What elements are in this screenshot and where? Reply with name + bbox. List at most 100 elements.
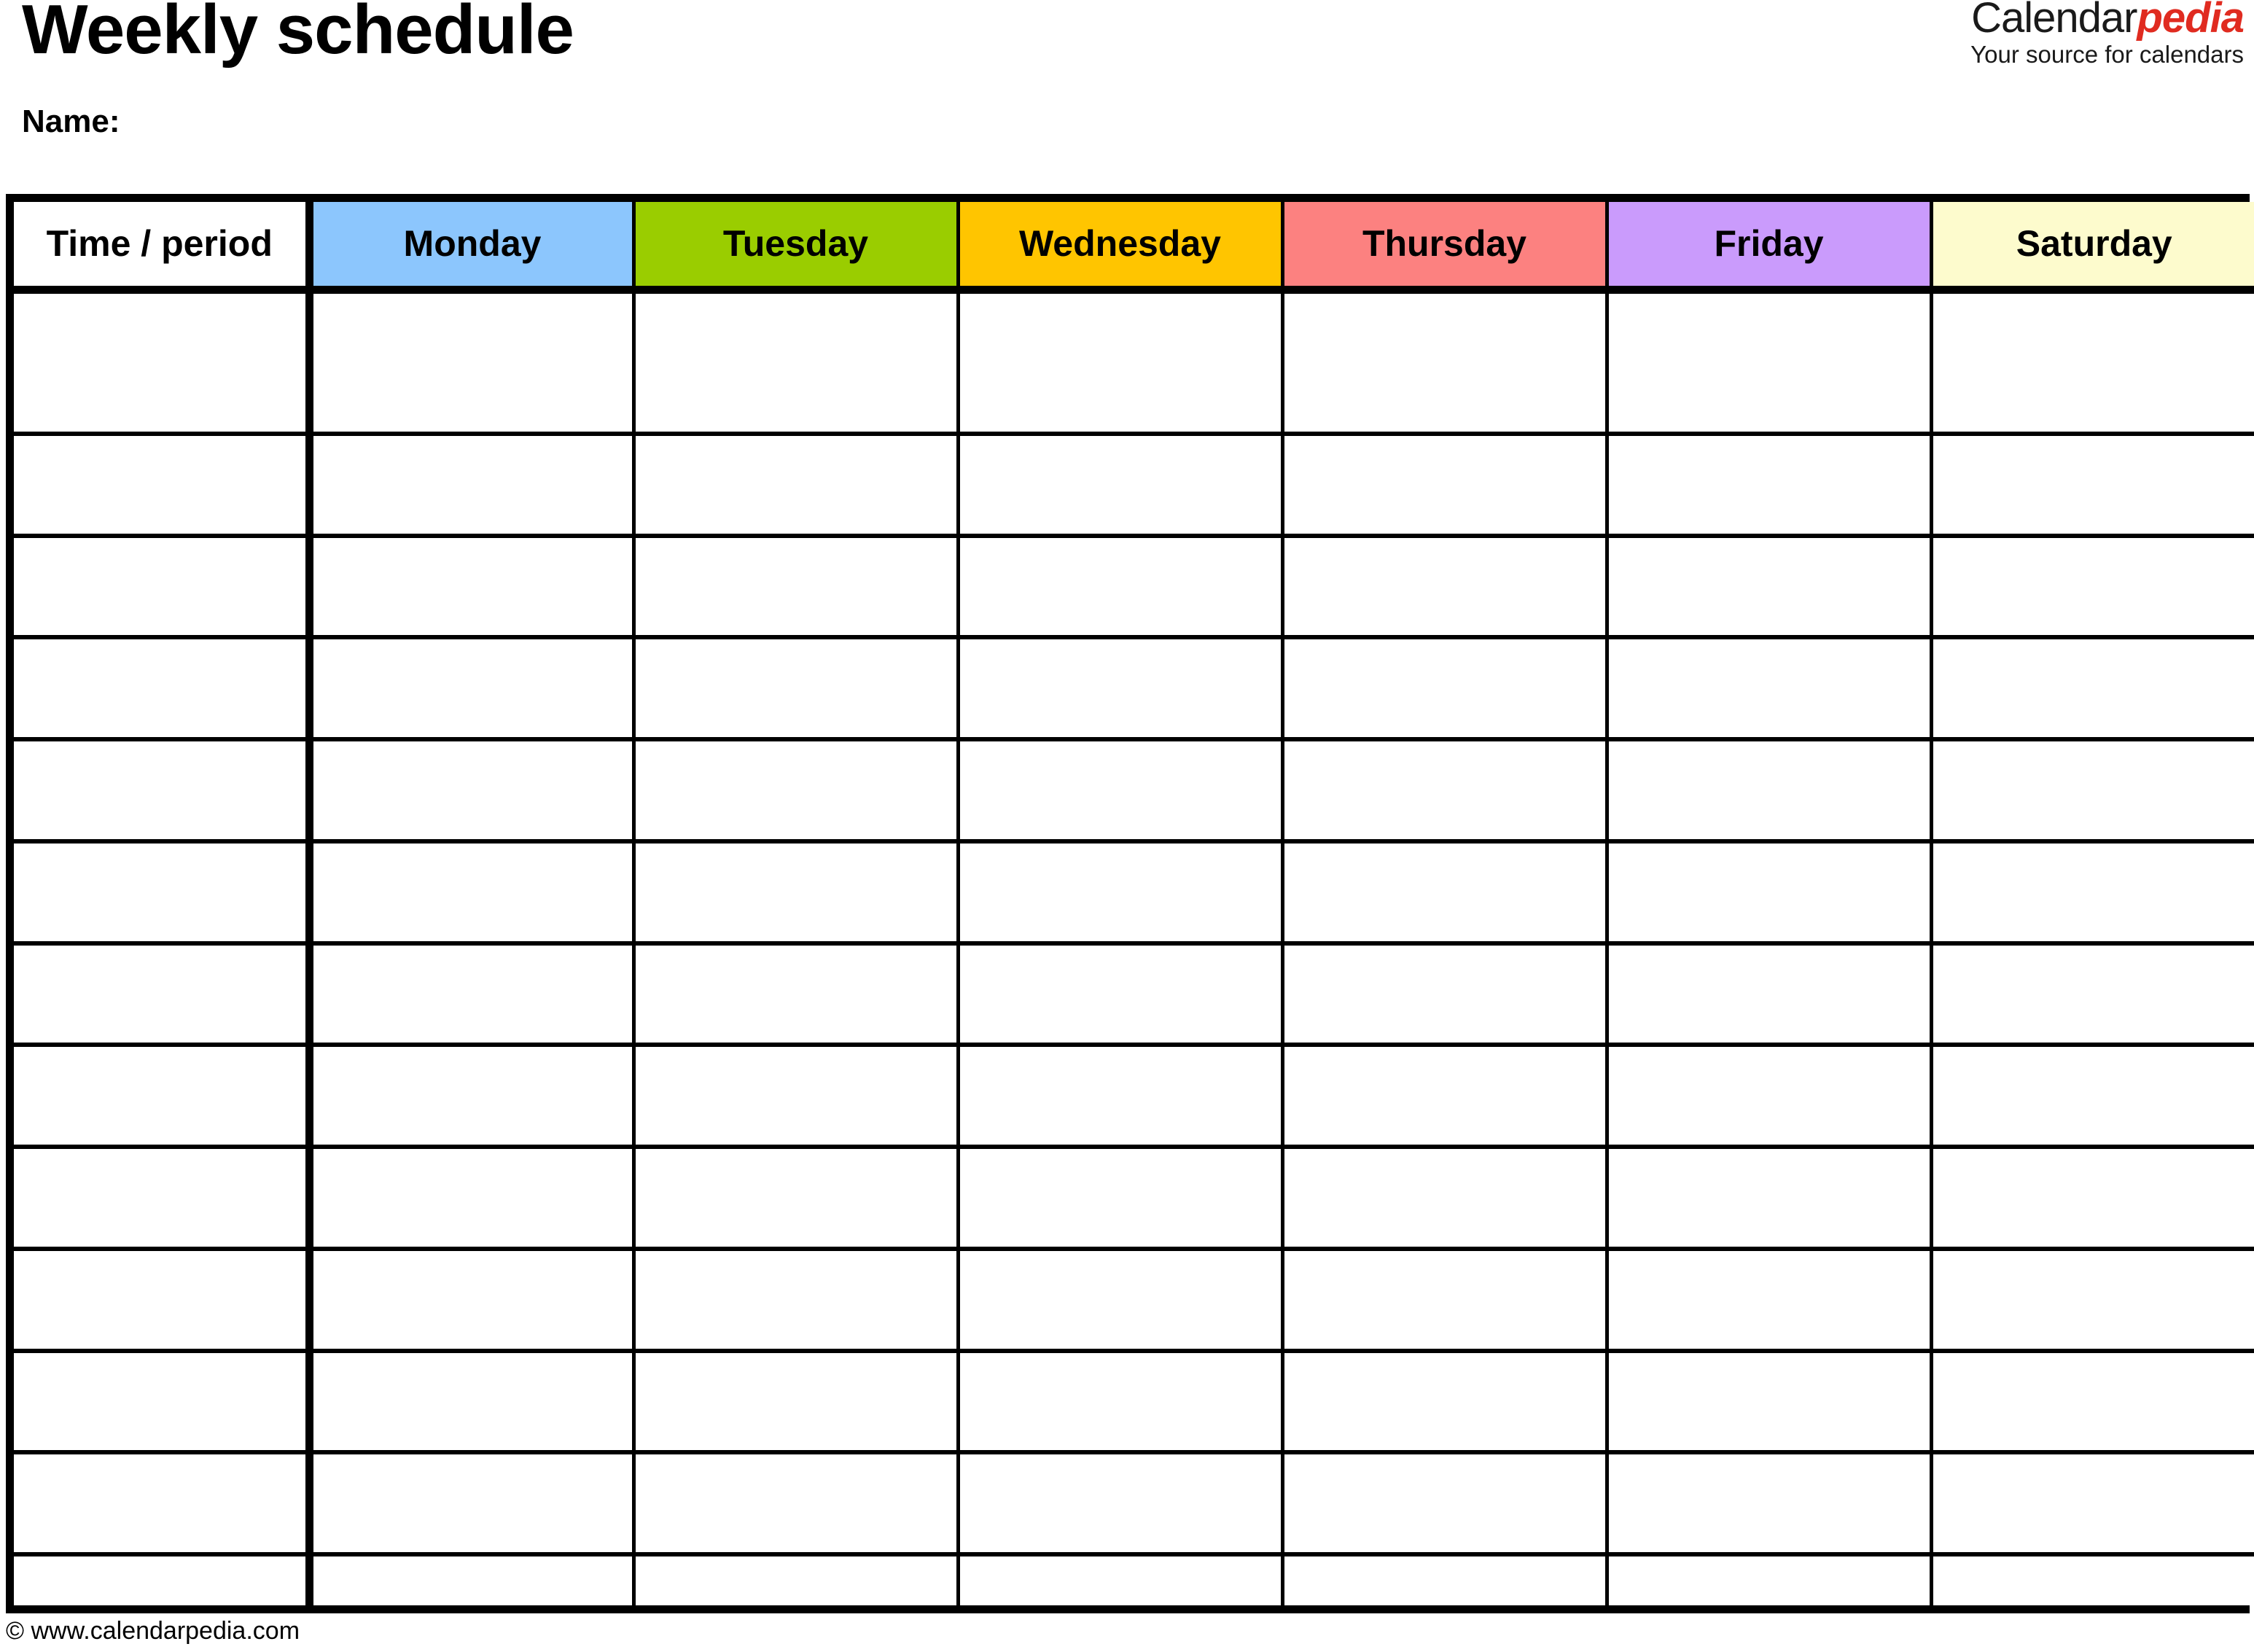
- schedule-cell-monday[interactable]: [309, 1452, 636, 1557]
- schedule-cell-friday[interactable]: [1607, 1350, 1933, 1455]
- brand-wordmark: Calendarpedia: [1970, 0, 2245, 42]
- schedule-cell-saturday[interactable]: [1931, 637, 2254, 742]
- schedule-cell-time[interactable]: [14, 1248, 313, 1353]
- schedule-cell-monday[interactable]: [309, 943, 636, 1048]
- schedule-cell-saturday[interactable]: [1931, 1248, 2254, 1353]
- schedule-cell-time[interactable]: [14, 1554, 313, 1605]
- schedule-cell-thursday[interactable]: [1282, 535, 1609, 640]
- schedule-cell-saturday[interactable]: [1931, 841, 2254, 946]
- schedule-cell-wednesday[interactable]: [958, 1248, 1284, 1353]
- schedule-cell-friday[interactable]: [1607, 1452, 1933, 1557]
- schedule-cell-friday[interactable]: [1607, 289, 1933, 436]
- schedule-cell-saturday[interactable]: [1931, 1147, 2254, 1251]
- schedule-cell-tuesday[interactable]: [633, 1045, 960, 1150]
- schedule-cell-thursday[interactable]: [1282, 1452, 1609, 1557]
- schedule-cell-wednesday[interactable]: [958, 841, 1284, 946]
- schedule-cell-tuesday[interactable]: [633, 1452, 960, 1557]
- schedule-cell-wednesday[interactable]: [958, 433, 1284, 538]
- schedule-cell-tuesday[interactable]: [633, 535, 960, 640]
- table-row: [14, 1554, 2254, 1605]
- schedule-cell-friday[interactable]: [1607, 841, 1933, 946]
- schedule-cell-tuesday[interactable]: [633, 943, 960, 1048]
- schedule-cell-thursday[interactable]: [1282, 943, 1609, 1048]
- schedule-cell-time[interactable]: [14, 1452, 313, 1557]
- schedule-cell-time[interactable]: [14, 739, 313, 843]
- schedule-cell-tuesday[interactable]: [633, 739, 960, 843]
- schedule-cell-monday[interactable]: [309, 433, 636, 538]
- schedule-cell-wednesday[interactable]: [958, 289, 1284, 436]
- schedule-cell-monday[interactable]: [309, 1147, 636, 1251]
- schedule-cell-time[interactable]: [14, 841, 313, 946]
- schedule-cell-thursday[interactable]: [1282, 1248, 1609, 1353]
- schedule-cell-monday[interactable]: [309, 1045, 636, 1150]
- schedule-cell-thursday[interactable]: [1282, 1147, 1609, 1251]
- schedule-cell-thursday[interactable]: [1282, 1350, 1609, 1455]
- schedule-cell-tuesday[interactable]: [633, 433, 960, 538]
- schedule-cell-wednesday[interactable]: [958, 1045, 1284, 1150]
- schedule-cell-tuesday[interactable]: [633, 637, 960, 742]
- schedule-cell-time[interactable]: [14, 433, 313, 538]
- schedule-cell-wednesday[interactable]: [958, 535, 1284, 640]
- schedule-cell-tuesday[interactable]: [633, 1350, 960, 1455]
- schedule-cell-saturday[interactable]: [1931, 1045, 2254, 1150]
- schedule-cell-thursday[interactable]: [1282, 637, 1609, 742]
- schedule-cell-monday[interactable]: [309, 841, 636, 946]
- schedule-cell-friday[interactable]: [1607, 433, 1933, 538]
- schedule-cell-wednesday[interactable]: [958, 943, 1284, 1048]
- schedule-cell-friday[interactable]: [1607, 535, 1933, 640]
- schedule-table-container: Time / period Monday Tuesday Wednesday T…: [6, 194, 2254, 1613]
- table-row: [14, 289, 2254, 436]
- schedule-cell-thursday[interactable]: [1282, 739, 1609, 843]
- schedule-cell-thursday[interactable]: [1282, 289, 1609, 436]
- footer-copyright: © www.calendarpedia.com: [6, 1617, 300, 1645]
- schedule-cell-thursday[interactable]: [1282, 433, 1609, 538]
- schedule-cell-wednesday[interactable]: [958, 637, 1284, 742]
- schedule-cell-monday[interactable]: [309, 739, 636, 843]
- schedule-cell-wednesday[interactable]: [958, 739, 1284, 843]
- brand-word-calendar: Calendar: [1971, 0, 2137, 42]
- schedule-cell-friday[interactable]: [1607, 1147, 1933, 1251]
- schedule-cell-wednesday[interactable]: [958, 1147, 1284, 1251]
- schedule-cell-wednesday[interactable]: [958, 1350, 1284, 1455]
- schedule-cell-thursday[interactable]: [1282, 1554, 1609, 1605]
- schedule-cell-time[interactable]: [14, 1045, 313, 1150]
- schedule-cell-tuesday[interactable]: [633, 1248, 960, 1353]
- schedule-cell-monday[interactable]: [309, 535, 636, 640]
- schedule-cell-time[interactable]: [14, 289, 313, 436]
- schedule-cell-monday[interactable]: [309, 637, 636, 742]
- schedule-cell-saturday[interactable]: [1931, 1350, 2254, 1455]
- schedule-cell-friday[interactable]: [1607, 943, 1933, 1048]
- schedule-cell-friday[interactable]: [1607, 1045, 1933, 1150]
- schedule-cell-friday[interactable]: [1607, 739, 1933, 843]
- schedule-cell-tuesday[interactable]: [633, 289, 960, 436]
- schedule-cell-saturday[interactable]: [1931, 1452, 2254, 1557]
- schedule-cell-monday[interactable]: [309, 1248, 636, 1353]
- schedule-cell-saturday[interactable]: [1931, 289, 2254, 436]
- schedule-cell-monday[interactable]: [309, 1350, 636, 1455]
- schedule-cell-friday[interactable]: [1607, 637, 1933, 742]
- schedule-cell-tuesday[interactable]: [633, 1147, 960, 1251]
- brand-tagline: Your source for calendars: [1970, 41, 2244, 68]
- schedule-cell-friday[interactable]: [1607, 1248, 1933, 1353]
- schedule-cell-tuesday[interactable]: [633, 1554, 960, 1605]
- schedule-cell-time[interactable]: [14, 1147, 313, 1251]
- column-header-thursday: Thursday: [1282, 202, 1609, 294]
- schedule-cell-saturday[interactable]: [1931, 535, 2254, 640]
- schedule-cell-saturday[interactable]: [1931, 433, 2254, 538]
- schedule-cell-wednesday[interactable]: [958, 1554, 1284, 1605]
- schedule-cell-saturday[interactable]: [1931, 1554, 2254, 1605]
- schedule-cell-monday[interactable]: [309, 1554, 636, 1605]
- schedule-cell-time[interactable]: [14, 943, 313, 1048]
- schedule-cell-time[interactable]: [14, 1350, 313, 1455]
- schedule-cell-thursday[interactable]: [1282, 841, 1609, 946]
- schedule-cell-tuesday[interactable]: [633, 841, 960, 946]
- schedule-cell-wednesday[interactable]: [958, 1452, 1284, 1557]
- schedule-cell-monday[interactable]: [309, 289, 636, 436]
- schedule-cell-thursday[interactable]: [1282, 1045, 1609, 1150]
- table-row: [14, 841, 2254, 946]
- schedule-cell-time[interactable]: [14, 637, 313, 742]
- schedule-cell-saturday[interactable]: [1931, 739, 2254, 843]
- schedule-cell-saturday[interactable]: [1931, 943, 2254, 1048]
- schedule-cell-friday[interactable]: [1607, 1554, 1933, 1605]
- schedule-cell-time[interactable]: [14, 535, 313, 640]
